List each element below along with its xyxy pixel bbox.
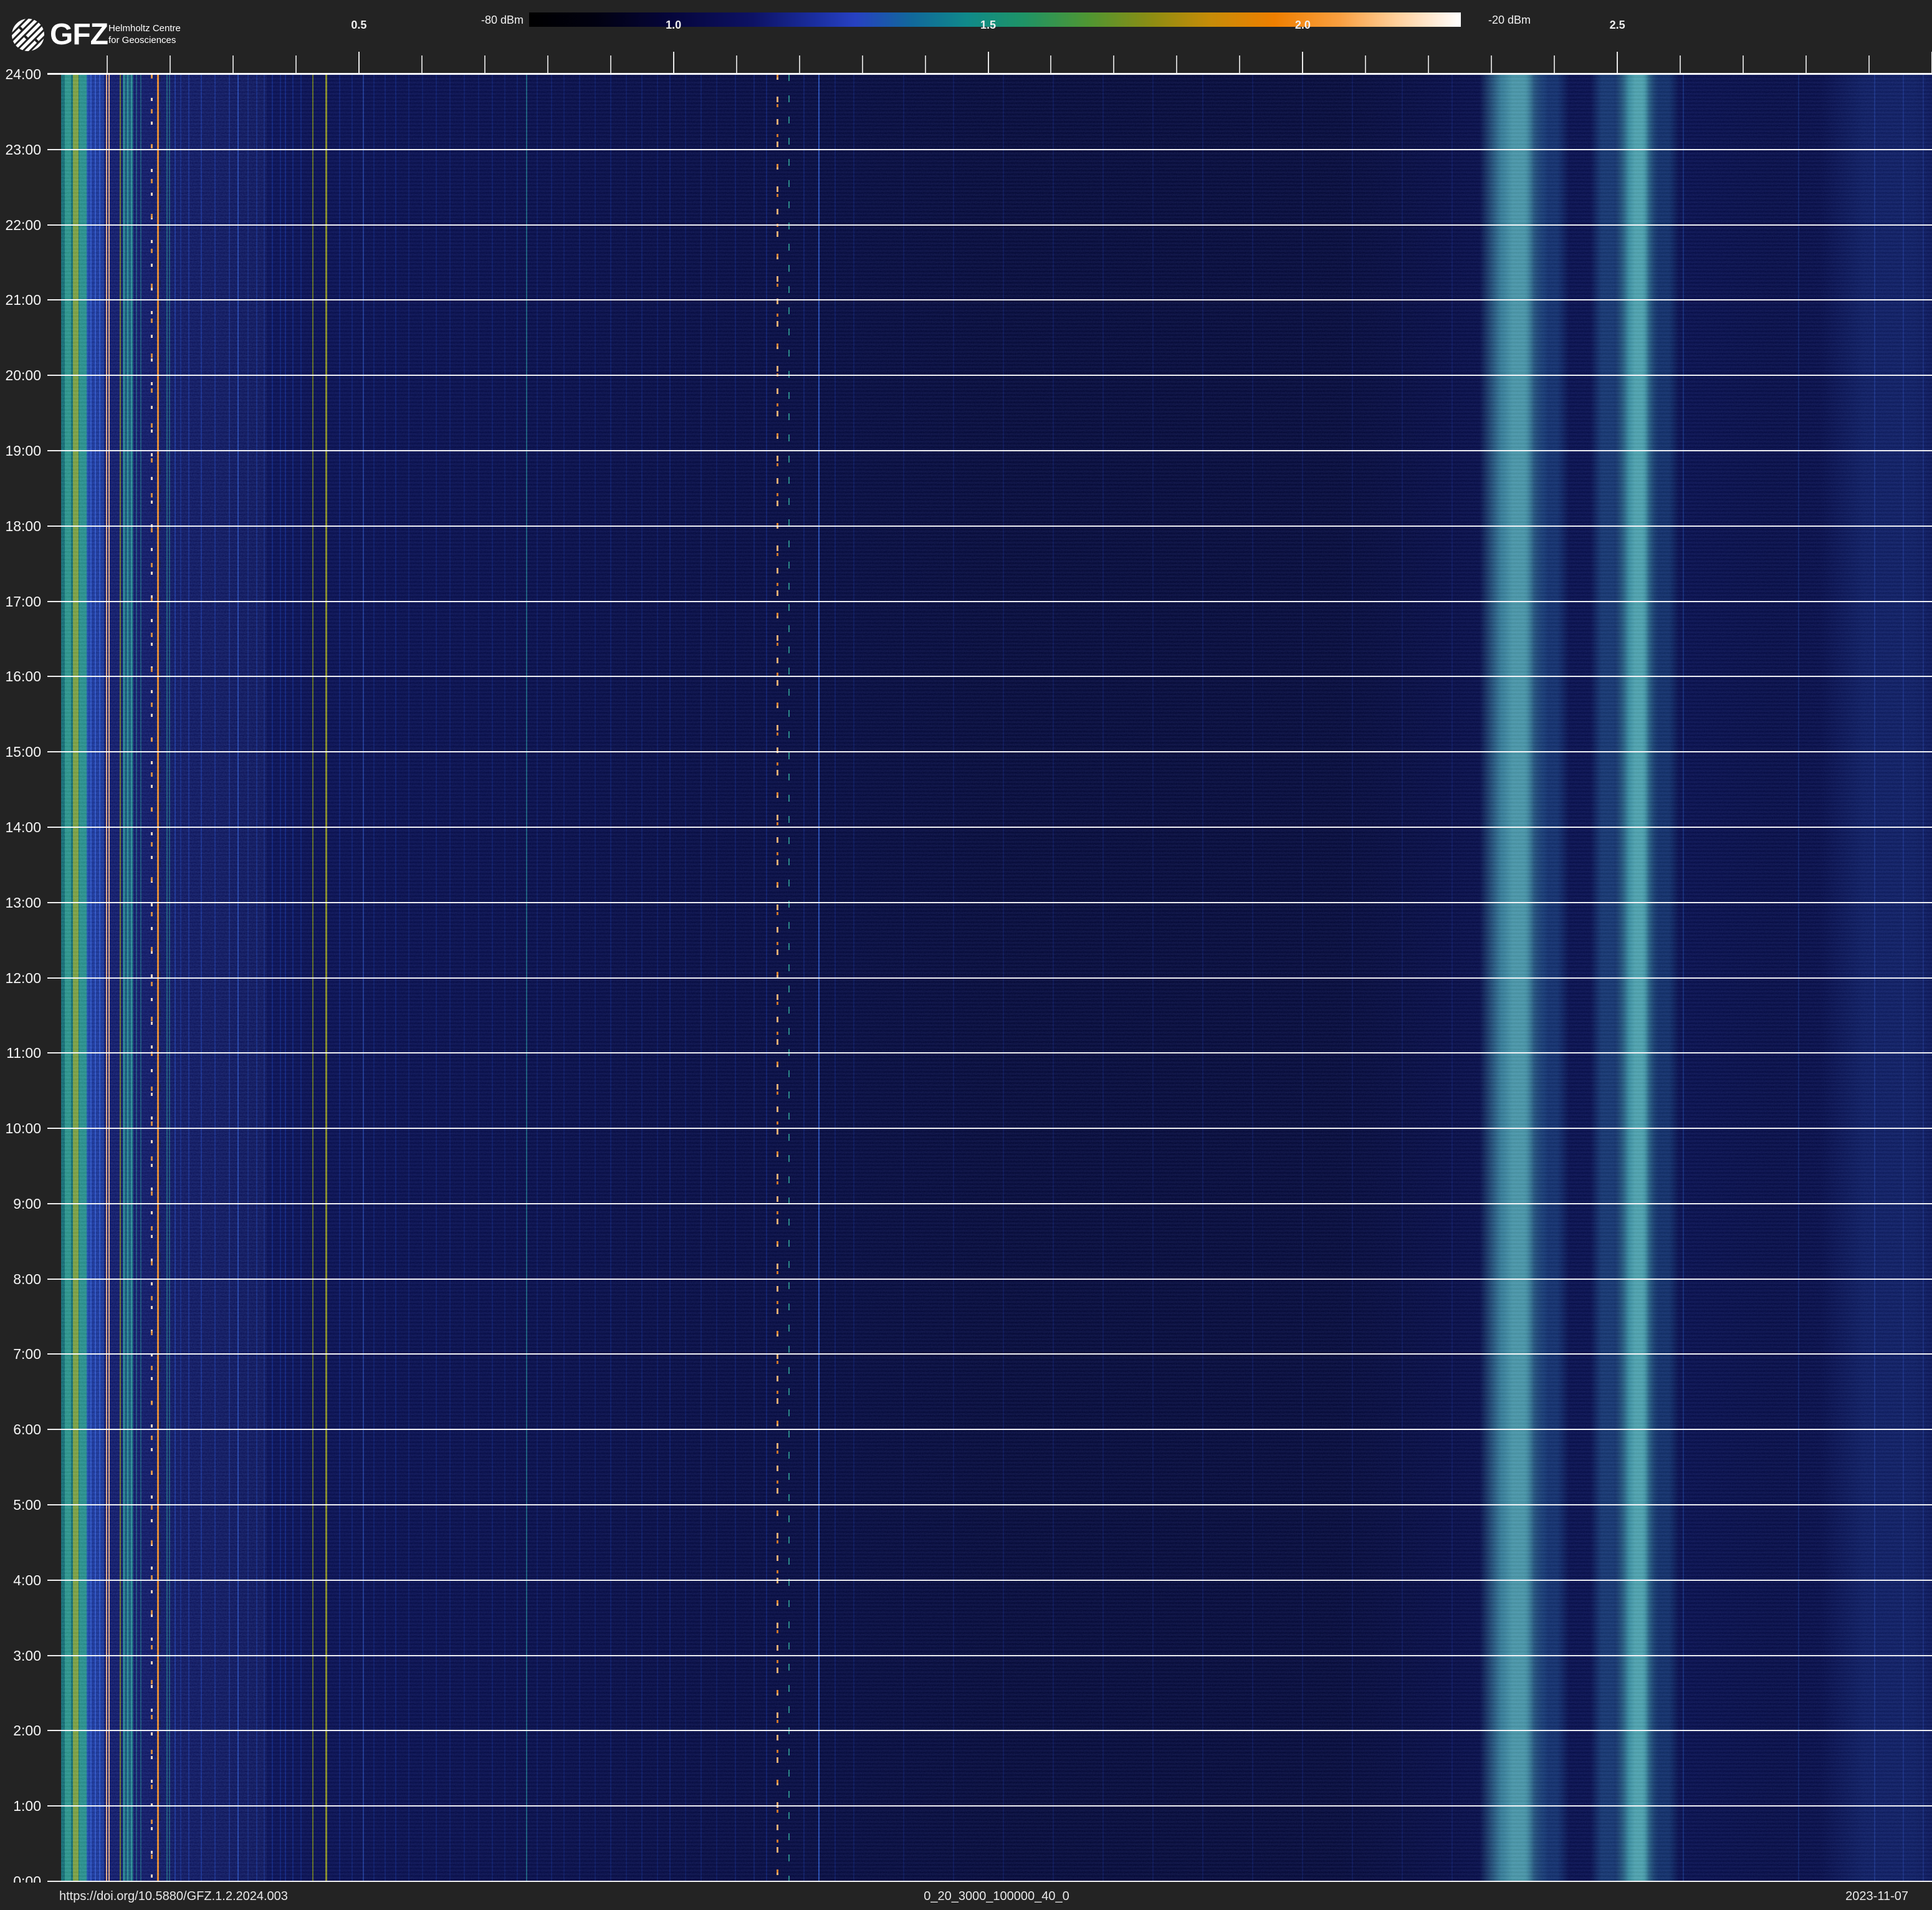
time-label: 14:00 <box>5 818 41 835</box>
hour-gridline <box>47 901 1932 903</box>
frequency-tick-label: 2.5 <box>1609 19 1625 31</box>
hour-gridline <box>47 1202 1932 1204</box>
time-label: 17:00 <box>5 593 41 610</box>
hour-gridline <box>47 1353 1932 1355</box>
time-label: 9:00 <box>13 1195 41 1212</box>
hour-gridline <box>47 1730 1932 1732</box>
hour-gridline <box>47 751 1932 753</box>
hour-gridline <box>47 1579 1932 1581</box>
minor-tick <box>1805 55 1807 73</box>
minor-tick <box>798 55 800 73</box>
hour-gridline <box>47 449 1932 451</box>
major-tick <box>987 52 989 73</box>
time-label: 5:00 <box>13 1497 41 1514</box>
minor-tick <box>861 55 863 73</box>
major-tick <box>672 52 674 73</box>
minor-tick <box>1239 55 1241 73</box>
minor-tick <box>610 55 611 73</box>
dataset-filename: 0_20_3000_100000_40_0 <box>924 1889 1069 1903</box>
time-label: 10:00 <box>5 1120 41 1137</box>
minor-tick <box>1113 55 1115 73</box>
minor-tick <box>1554 55 1556 73</box>
hour-gridline <box>47 525 1932 527</box>
hour-gridline <box>47 1429 1932 1431</box>
hour-gridline <box>47 1654 1932 1656</box>
minor-tick <box>1365 55 1367 73</box>
hour-gridline <box>47 1128 1932 1130</box>
minor-tick <box>1743 55 1744 73</box>
hour-gridline <box>47 1881 1932 1882</box>
time-label: 11:00 <box>6 1045 41 1062</box>
hour-gridline <box>47 148 1932 150</box>
hour-gridline <box>47 299 1932 301</box>
time-label: 4:00 <box>13 1572 41 1588</box>
hour-gridline <box>47 676 1932 678</box>
minor-tick <box>1680 55 1681 73</box>
time-label: 3:00 <box>13 1647 41 1664</box>
time-label: 16:00 <box>5 668 41 685</box>
time-label: 20:00 <box>5 367 41 384</box>
time-label: 12:00 <box>5 969 41 986</box>
minor-tick <box>295 55 297 73</box>
frequency-axis: 0.5 1.0 1.5 2.0 2.5 <box>0 0 1932 74</box>
hour-gridline <box>47 826 1932 828</box>
minor-tick <box>1428 55 1430 73</box>
minor-tick <box>421 55 423 73</box>
hour-gridline <box>47 600 1932 602</box>
hour-gridline <box>47 1052 1932 1054</box>
minor-tick <box>484 55 485 73</box>
minor-tick <box>169 55 171 73</box>
date-label: 2023-11-07 <box>1845 1889 1908 1903</box>
frequency-tick-label: 1.0 <box>666 19 682 31</box>
minor-tick <box>735 55 737 73</box>
hour-gridline <box>47 74 1932 75</box>
minor-tick <box>1868 55 1870 73</box>
time-label: 1:00 <box>13 1798 41 1815</box>
hour-gridline <box>47 1805 1932 1807</box>
hour-gridline <box>47 977 1932 979</box>
major-tick <box>1302 52 1304 73</box>
time-label: 7:00 <box>13 1346 41 1363</box>
hour-gridline <box>47 1278 1932 1280</box>
time-label: 8:00 <box>13 1270 41 1287</box>
minor-tick <box>106 55 108 73</box>
time-label: 13:00 <box>5 894 41 911</box>
footer-bar: https://doi.org/10.5880/GFZ.1.2.2024.003… <box>0 1883 1932 1910</box>
time-label: 21:00 <box>5 292 41 309</box>
time-label: 22:00 <box>5 216 41 233</box>
major-tick <box>358 52 360 73</box>
frequency-tick-label: 0.5 <box>351 19 367 31</box>
minor-tick <box>547 55 548 73</box>
time-label: 19:00 <box>5 442 41 459</box>
minor-tick <box>232 55 234 73</box>
minor-tick <box>924 55 926 73</box>
hour-gridline <box>47 1504 1932 1506</box>
time-label: 15:00 <box>5 744 41 761</box>
frequency-tick-label: 2.0 <box>1294 19 1311 31</box>
hour-gridline <box>47 375 1932 377</box>
time-label: 2:00 <box>13 1722 41 1739</box>
time-label: 18:00 <box>5 517 41 534</box>
minor-tick <box>1050 55 1052 73</box>
frequency-tick-label: 1.5 <box>980 19 997 31</box>
minor-tick <box>1491 55 1493 73</box>
minor-tick <box>1176 55 1178 73</box>
major-tick <box>1617 52 1619 73</box>
hour-gridline <box>47 224 1932 226</box>
time-label: 23:00 <box>5 141 41 158</box>
time-label: 24:00 <box>5 66 41 82</box>
time-label: 6:00 <box>13 1421 41 1438</box>
